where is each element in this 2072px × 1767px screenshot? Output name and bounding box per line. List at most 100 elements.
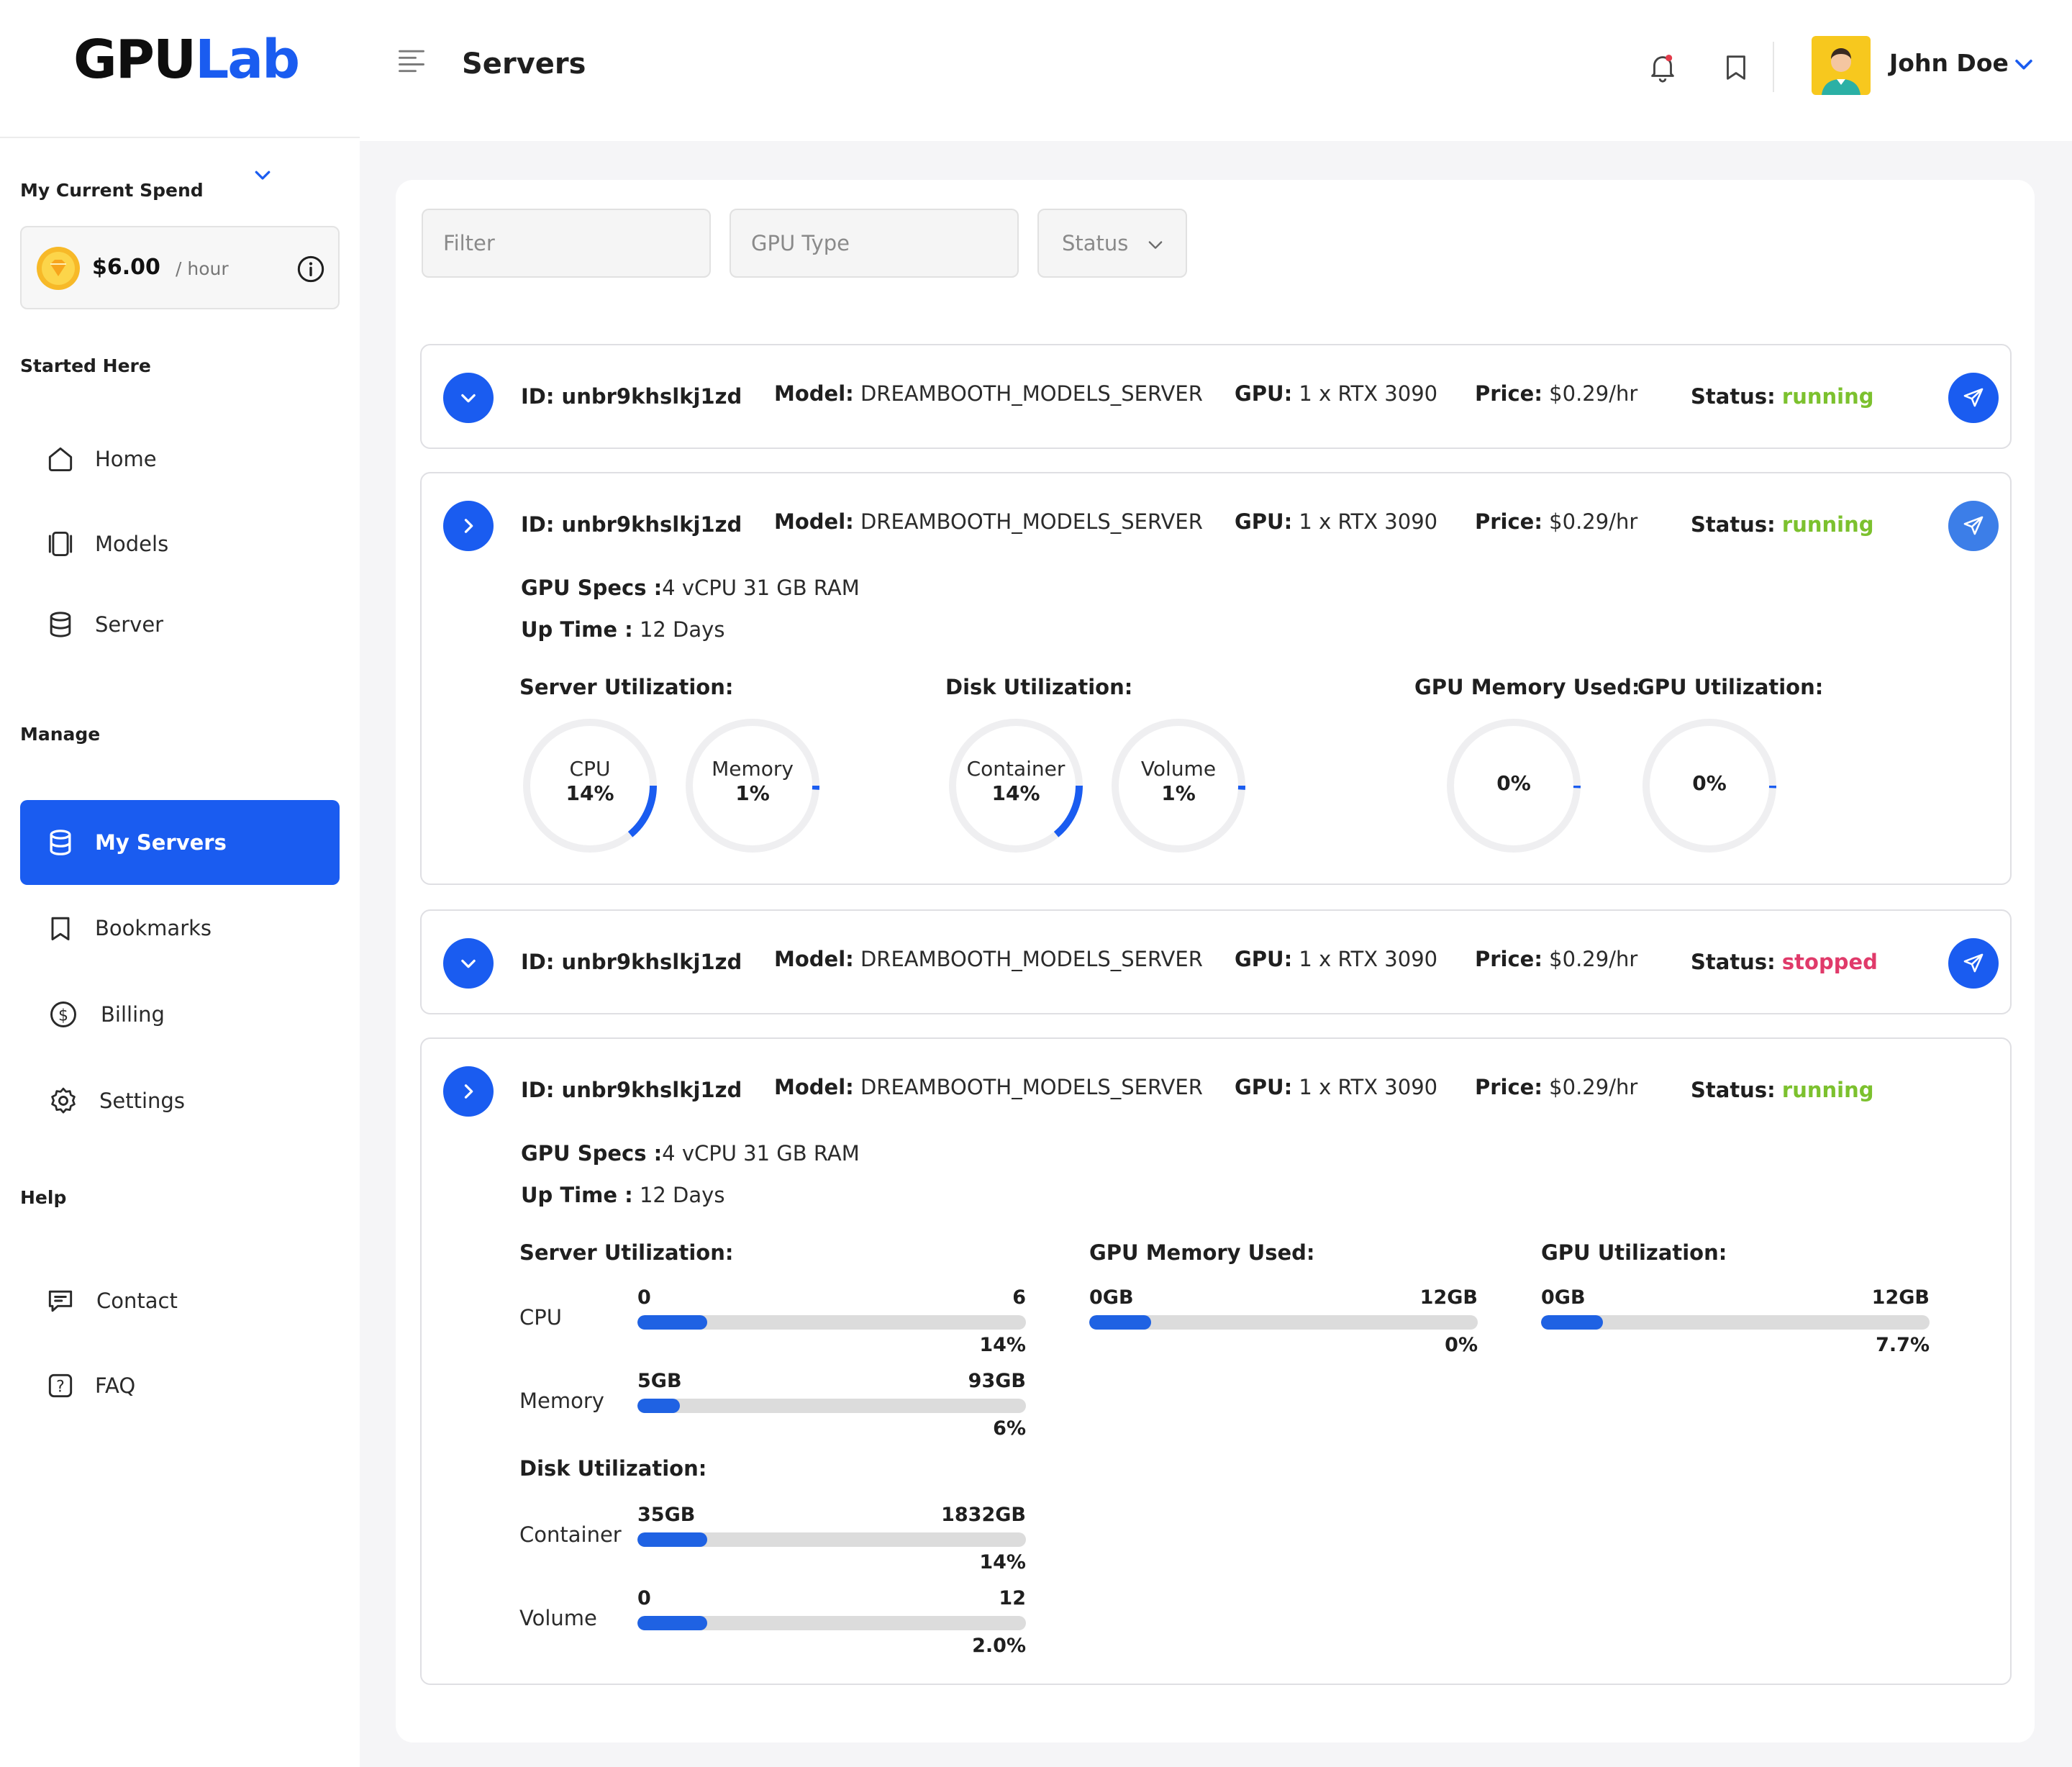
price-value: $0.29/hr [1549,1075,1638,1099]
chevron-right-icon [464,1084,473,1099]
bell-icon[interactable] [1646,50,1679,83]
bar-track [637,1315,1026,1330]
top-header: Servers John Doe [360,0,2072,141]
chevron-down-icon[interactable] [2012,52,2036,76]
connect-button[interactable] [1948,938,1999,989]
sidebar-divider [0,137,360,138]
expand-toggle-button[interactable] [443,1066,494,1117]
bar-max-value: 12 [999,1587,1026,1609]
current-spend-title: My Current Spend [20,180,204,201]
price-value: $0.29/hr [1549,509,1638,534]
volume-bar-label: Volume [519,1606,597,1630]
bar-max-value: 93GB [968,1370,1026,1392]
model-label: Model: [774,509,854,534]
bar-track [1089,1315,1478,1330]
gauge-label: Memory [712,757,794,781]
gpu-type-input[interactable]: GPU Type [730,209,1019,278]
server-card-expanded: ID: unbr9khslkj1zd Model: DREAMBOOTH_MOD… [420,472,2012,885]
chevron-right-icon [464,519,473,533]
spend-amount: $6.00 [92,255,160,280]
sidebar-item-settings[interactable]: Settings [20,1059,340,1143]
gpu-utilization-bar: 0GB 12GB 7.7% [1541,1286,1930,1358]
server-price: Price: $0.29/hr [1475,381,1637,406]
memory-usage-bar: 5GB 93GB 6% [637,1370,1026,1442]
menu-icon[interactable] [396,45,427,76]
avatar[interactable] [1812,36,1871,95]
server-id: ID: unbr9khslkj1zd [521,384,742,409]
status-value: running [1781,1078,1874,1102]
status-label: Status: [1691,512,1776,537]
gpu-type-placeholder: GPU Type [751,231,850,255]
svg-text:?: ? [56,1378,65,1396]
gauge-value: 14% [991,781,1040,805]
section-manage: Manage [20,724,101,745]
sidebar-item-label: Contact [96,1289,178,1313]
bar-max-value: 12GB [1871,1286,1930,1309]
sidebar-item-home[interactable]: Home [20,417,340,501]
sidebar-item-billing[interactable]: $ Billing [20,973,340,1056]
sidebar-item-my-servers[interactable]: My Servers [20,800,340,885]
sidebar-item-label: Settings [99,1089,185,1113]
gauge-value: 0% [1692,771,1727,795]
volume-usage-bar: 0 12 2.0% [637,1587,1026,1659]
sidebar-item-label: FAQ [95,1373,136,1398]
connect-button[interactable] [1948,501,1999,551]
gpu-specs-value: 4 vCPU 31 GB RAM [662,1141,860,1166]
filter-input[interactable]: Filter [422,209,711,278]
model-value: DREAMBOOTH_MODELS_SERVER [860,381,1203,406]
sidebar-item-contact[interactable]: Contact [20,1259,340,1343]
volume-gauge: Volume 1% [1108,715,1249,856]
price-label: Price: [1475,1075,1542,1099]
servers-panel: Filter GPU Type Status ID: unbr9khslkj1z… [396,180,2035,1743]
bar-min-value: 35GB [637,1504,696,1526]
info-icon[interactable] [296,255,325,283]
expand-toggle-button[interactable] [443,501,494,551]
connect-button[interactable] [1948,373,1999,423]
sidebar-item-label: Billing [101,1002,165,1027]
sidebar-item-server[interactable]: Server [20,583,340,666]
chevron-down-icon [461,394,476,403]
logo-text-lab: Lab [195,29,300,91]
server-gpu: GPU: 1 x RTX 3090 [1235,947,1437,971]
chevron-down-icon[interactable] [252,164,273,186]
gauge-label: CPU [569,757,611,781]
send-icon [1963,516,1984,535]
sidebar-item-label: Home [95,447,157,471]
server-card-expanded: ID: unbr9khslkj1zd Model: DREAMBOOTH_MOD… [420,1037,2012,1685]
bar-fill [637,1616,708,1630]
gpu-memory-bar: 0GB 12GB 0% [1089,1286,1478,1358]
bar-fill [637,1532,708,1547]
up-time-value: 12 Days [639,617,725,642]
status-value: stopped [1781,950,1878,974]
gauge-value: 1% [735,781,770,805]
bar-min-value: 0GB [1541,1286,1586,1309]
database-icon [45,827,76,858]
server-card: ID: unbr9khslkj1zd Model: DREAMBOOTH_MOD… [420,909,2012,1014]
sidebar-item-faq[interactable]: ? FAQ [20,1344,340,1427]
gpu-label: GPU: [1235,509,1293,534]
header-divider [1773,42,1774,92]
bar-fill [637,1315,708,1330]
status-select[interactable]: Status [1037,209,1187,278]
bar-min-value: 0 [637,1286,651,1309]
chat-icon [45,1285,76,1317]
sidebar-item-models[interactable]: Models [20,502,340,586]
server-model: Model: DREAMBOOTH_MODELS_SERVER [774,509,1203,534]
bar-fill [637,1399,681,1413]
up-time: Up Time : 12 Days [521,1183,724,1207]
collapse-toggle-button[interactable] [443,938,494,989]
app-logo[interactable]: GPULab [73,27,300,92]
current-spend-box: $6.00 / hour [20,226,340,309]
sidebar-item-bookmarks[interactable]: Bookmarks [20,886,340,970]
container-usage-bar: 35GB 1832GB 14% [637,1504,1026,1576]
question-icon: ? [45,1370,76,1402]
bookmark-icon[interactable] [1719,50,1753,83]
collapse-toggle-button[interactable] [443,373,494,423]
gauge-value: 1% [1161,781,1196,805]
model-value: DREAMBOOTH_MODELS_SERVER [860,1075,1203,1099]
sidebar-item-label: Server [95,612,164,637]
user-name[interactable]: John Doe [1889,49,2009,77]
gpu-specs: GPU Specs :4 vCPU 31 GB RAM [521,576,860,600]
gauge-label: Container [966,757,1065,781]
price-value: $0.29/hr [1549,947,1638,971]
